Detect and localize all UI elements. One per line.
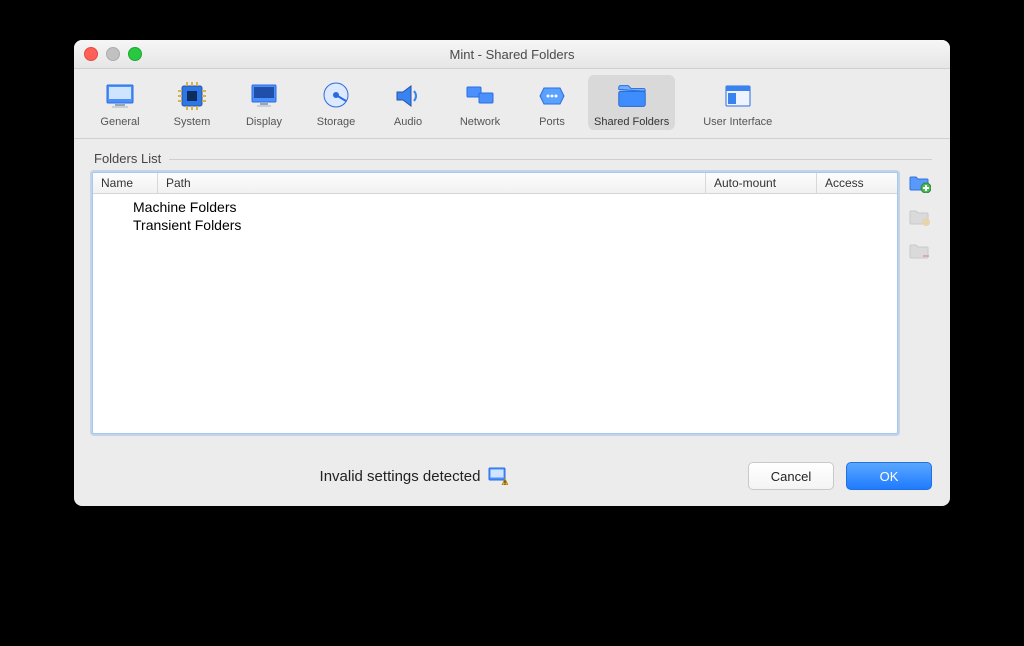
table-row[interactable]: Machine Folders	[93, 198, 897, 216]
tab-label: User Interface	[703, 117, 772, 128]
folders-table[interactable]: Name Path Auto-mount Access Machine Fold…	[92, 172, 898, 434]
column-name[interactable]: Name	[93, 173, 158, 193]
group-divider	[169, 159, 932, 160]
folder-icon	[615, 79, 649, 113]
status-area: Invalid settings detected	[92, 467, 736, 485]
tab-label: Network	[460, 117, 500, 128]
zoom-window-button[interactable]	[128, 47, 142, 61]
column-auto[interactable]: Auto-mount	[706, 173, 817, 193]
ok-button[interactable]: OK	[846, 462, 932, 490]
tab-network[interactable]: Network	[444, 75, 516, 130]
chip-icon	[175, 79, 209, 113]
tab-label: Storage	[317, 117, 356, 128]
folder-plus-icon	[909, 175, 931, 193]
remove-folder-button	[908, 242, 932, 262]
group-header: Folders List	[94, 151, 932, 166]
tab-label: General	[100, 117, 139, 128]
column-access[interactable]: Access	[817, 173, 897, 193]
tab-user-interface[interactable]: User Interface	[697, 75, 778, 130]
monitor-icon	[103, 79, 137, 113]
edit-folder-button	[908, 208, 932, 228]
close-window-button[interactable]	[84, 47, 98, 61]
tab-ports[interactable]: Ports	[516, 75, 588, 130]
ports-icon	[535, 79, 569, 113]
user-interface-icon	[721, 79, 755, 113]
tab-label: Ports	[539, 117, 565, 128]
category-toolbar: General System	[74, 69, 950, 139]
status-text: Invalid settings detected	[320, 468, 481, 485]
folder-remove-icon	[909, 243, 931, 261]
tab-shared-folders[interactable]: Shared Folders	[588, 75, 675, 130]
tab-label: Audio	[394, 117, 422, 128]
dialog-footer: Invalid settings detected Cancel OK	[74, 448, 950, 506]
table-header: Name Path Auto-mount Access	[93, 173, 897, 194]
table-body: Machine Folders Transient Folders	[93, 194, 897, 433]
group-label: Folders List	[94, 151, 169, 166]
tab-system[interactable]: System	[156, 75, 228, 130]
speaker-icon	[391, 79, 425, 113]
window-title: Mint - Shared Folders	[74, 47, 950, 62]
panel-body: Folders List Name Path Auto-mount Access…	[74, 139, 950, 448]
disk-icon	[319, 79, 353, 113]
cancel-button[interactable]: Cancel	[748, 462, 834, 490]
settings-window: Mint - Shared Folders General	[74, 40, 950, 506]
tab-storage[interactable]: Storage	[300, 75, 372, 130]
table-row[interactable]: Transient Folders	[93, 216, 897, 234]
folder-edit-icon	[909, 209, 931, 227]
display-icon	[247, 79, 281, 113]
column-path[interactable]: Path	[158, 173, 706, 193]
tab-label: System	[174, 117, 211, 128]
window-controls	[84, 47, 142, 61]
network-icon	[463, 79, 497, 113]
tab-audio[interactable]: Audio	[372, 75, 444, 130]
warning-icon[interactable]	[488, 467, 508, 485]
tab-label: Shared Folders	[594, 117, 669, 128]
tab-display[interactable]: Display	[228, 75, 300, 130]
tab-label: Display	[246, 117, 282, 128]
titlebar: Mint - Shared Folders	[74, 40, 950, 69]
add-folder-button[interactable]	[908, 174, 932, 194]
folder-actions	[908, 172, 932, 434]
tab-general[interactable]: General	[84, 75, 156, 130]
minimize-window-button[interactable]	[106, 47, 120, 61]
